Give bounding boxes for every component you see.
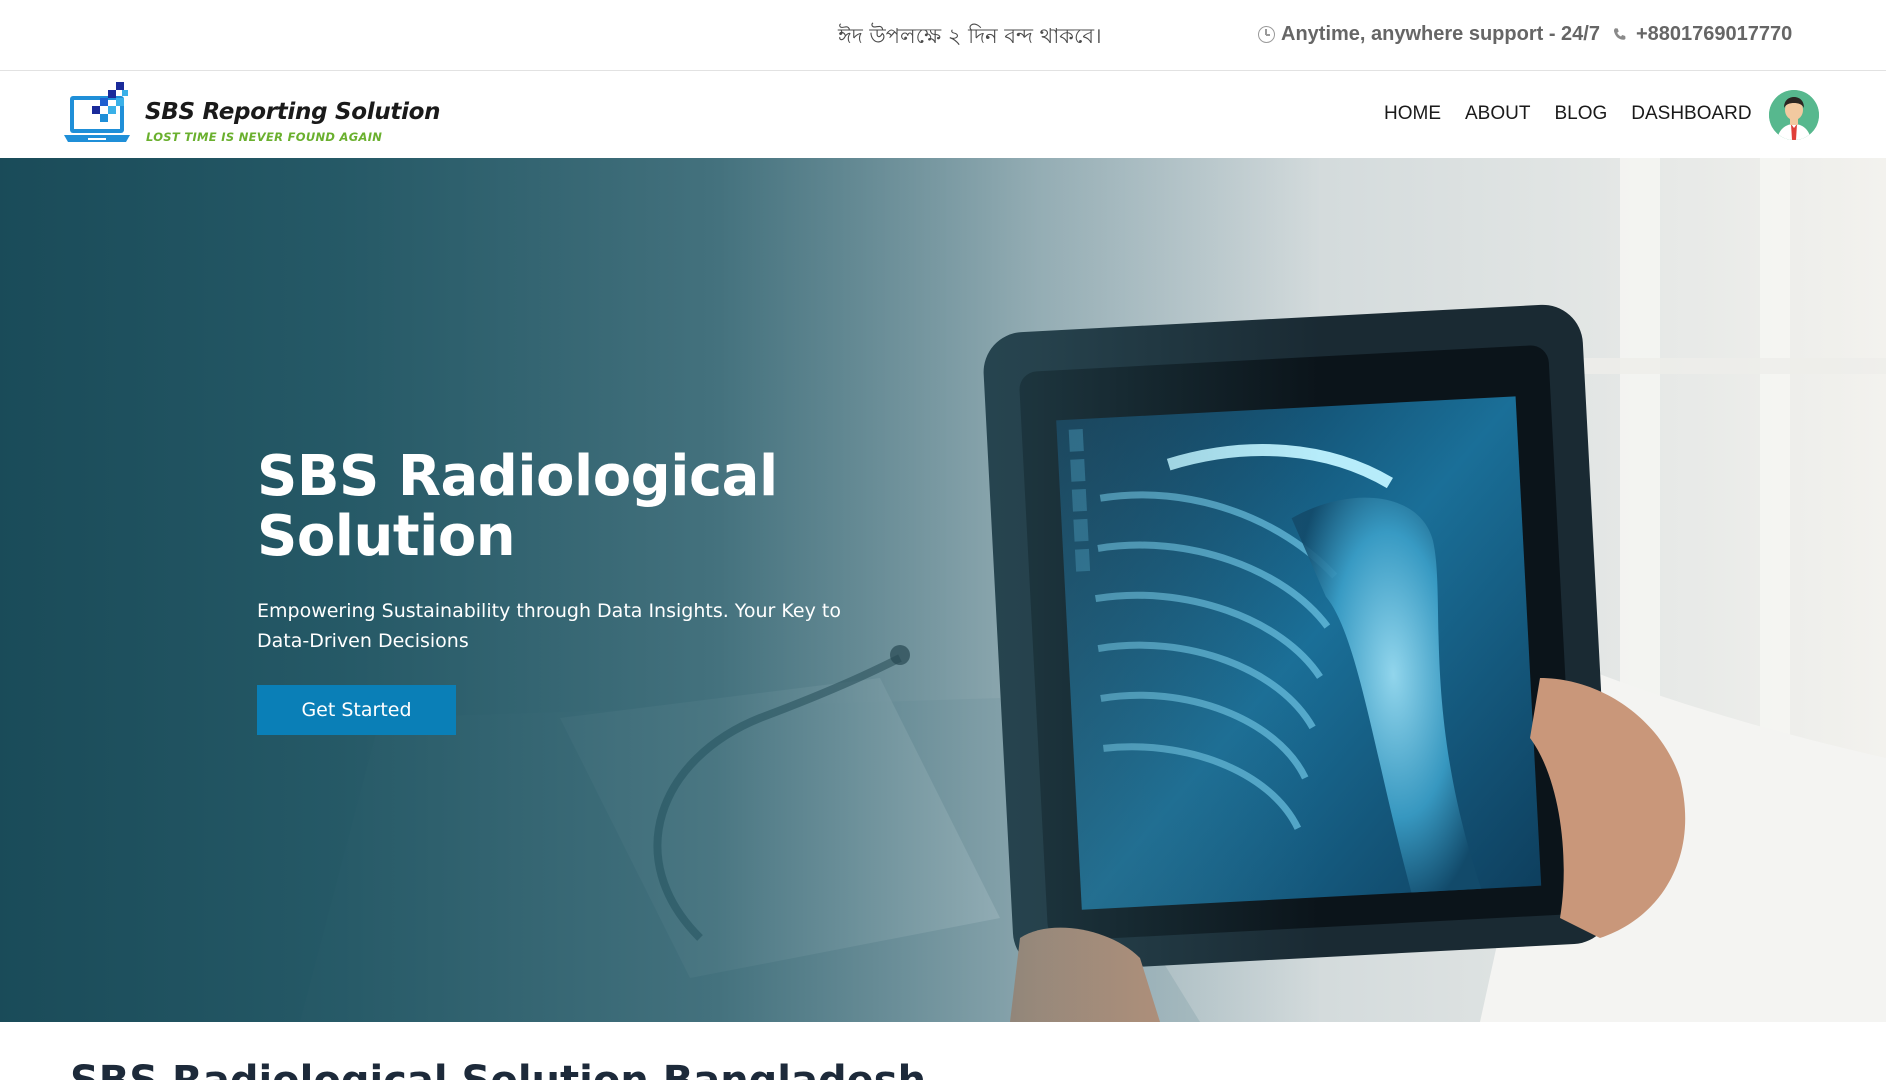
nav-menu: HOME ABOUT BLOG DASHBOARD: [1372, 103, 1764, 125]
support-text: Anytime, anywhere support - 24/7: [1281, 23, 1600, 45]
main-navbar: SBS Reporting Solution LOST TIME IS NEVE…: [0, 72, 1886, 158]
brand-title: SBS Reporting Solution: [145, 99, 441, 125]
phone-info[interactable]: +8801769017770: [1612, 23, 1792, 46]
top-bar: ঈদ উপলক্ষে ২ দিন বন্দ থাকবে। Anytime, an…: [0, 0, 1886, 71]
nav-item-dashboard[interactable]: DASHBOARD: [1619, 103, 1763, 125]
section-heading: SBS Radiological Solution Bangladesh: [70, 1058, 926, 1080]
nav-item-about[interactable]: ABOUT: [1453, 103, 1542, 125]
laptop-logo-icon: [64, 82, 130, 142]
phone-icon: [1612, 27, 1628, 43]
hero-section: SBS Radiological Solution Empowering Sus…: [0, 158, 1886, 1022]
nav-item-home[interactable]: HOME: [1372, 103, 1453, 125]
phone-number[interactable]: +8801769017770: [1636, 23, 1792, 46]
user-avatar-icon: [1769, 90, 1819, 140]
brand-tagline: LOST TIME IS NEVER FOUND AGAIN: [146, 130, 383, 144]
brand-logo[interactable]: SBS Reporting Solution LOST TIME IS NEVE…: [64, 82, 441, 152]
user-avatar[interactable]: [1769, 90, 1819, 140]
nav-item-blog[interactable]: BLOG: [1542, 103, 1619, 125]
holiday-notice: ঈদ উপলক্ষে ২ দিন বন্দ থাকবে।: [838, 24, 1102, 48]
clock-icon: [1258, 26, 1275, 43]
hero-subtitle: Empowering Sustainability through Data I…: [257, 600, 841, 652]
hero-overlay: [0, 158, 1886, 1022]
get-started-button[interactable]: Get Started: [257, 685, 456, 735]
hero-title: SBS Radiological Solution: [257, 444, 778, 569]
support-info: Anytime, anywhere support - 24/7: [1258, 23, 1600, 46]
